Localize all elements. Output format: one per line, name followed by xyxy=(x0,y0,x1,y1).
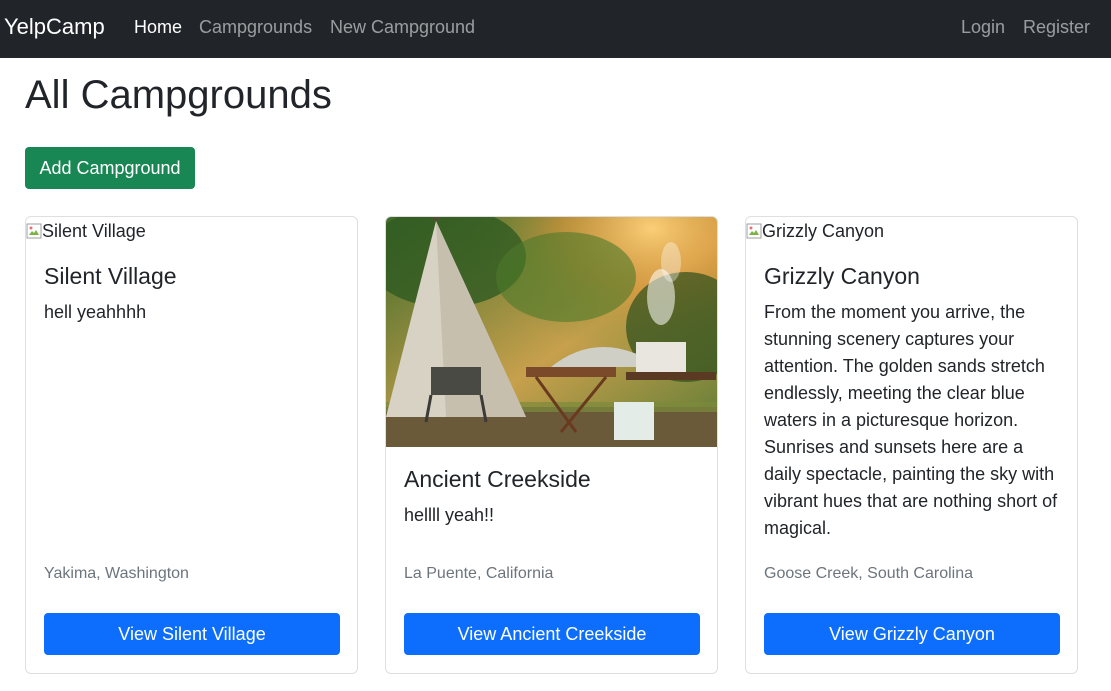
card-image-alt: Grizzly Canyon xyxy=(762,221,885,241)
broken-image-icon: Grizzly Canyon xyxy=(746,217,884,245)
card-location: Goose Creek, South Carolina xyxy=(764,565,973,582)
card-description: hell yeahhhh xyxy=(44,302,147,322)
card-title: Ancient Creekside xyxy=(404,466,591,492)
brand-logo[interactable]: YelpCamp xyxy=(4,13,105,41)
nav-link-login[interactable]: Login xyxy=(961,17,1005,37)
card-title: Silent Village xyxy=(44,263,177,289)
card-location: La Puente, California xyxy=(404,565,554,582)
campground-card-ancient-creekside: Ancient Creekside hellll yeah!! La Puent… xyxy=(385,216,718,674)
broken-image-icon: Silent Village xyxy=(26,217,146,245)
card-title: Grizzly Canyon xyxy=(764,263,920,289)
card-description: From the moment you arrive, the stunning… xyxy=(764,302,1058,538)
nav-link-home[interactable]: Home xyxy=(134,17,182,37)
campground-card-silent-village: Silent Village Silent Village hell yeahh… xyxy=(25,216,358,674)
navbar: YelpCamp Home Campgrounds New Campground… xyxy=(0,0,1111,58)
nav-link-campgrounds[interactable]: Campgrounds xyxy=(199,17,312,37)
card-image-alt: Silent Village xyxy=(42,221,146,241)
add-campground-button[interactable]: Add Campground xyxy=(25,147,195,189)
nav-link-register[interactable]: Register xyxy=(1023,17,1090,37)
campsite-photo xyxy=(386,217,717,447)
card-description: hellll yeah!! xyxy=(404,505,495,525)
nav-link-new-campground[interactable]: New Campground xyxy=(330,17,475,37)
view-campground-button[interactable]: View Silent Village xyxy=(44,613,340,655)
card-location: Yakima, Washington xyxy=(44,565,189,582)
view-campground-button[interactable]: View Ancient Creekside xyxy=(404,613,700,655)
view-campground-button[interactable]: View Grizzly Canyon xyxy=(764,613,1060,655)
page-title: All Campgrounds xyxy=(25,73,332,117)
campground-card-grizzly-canyon: Grizzly Canyon Grizzly Canyon From the m… xyxy=(745,216,1078,674)
